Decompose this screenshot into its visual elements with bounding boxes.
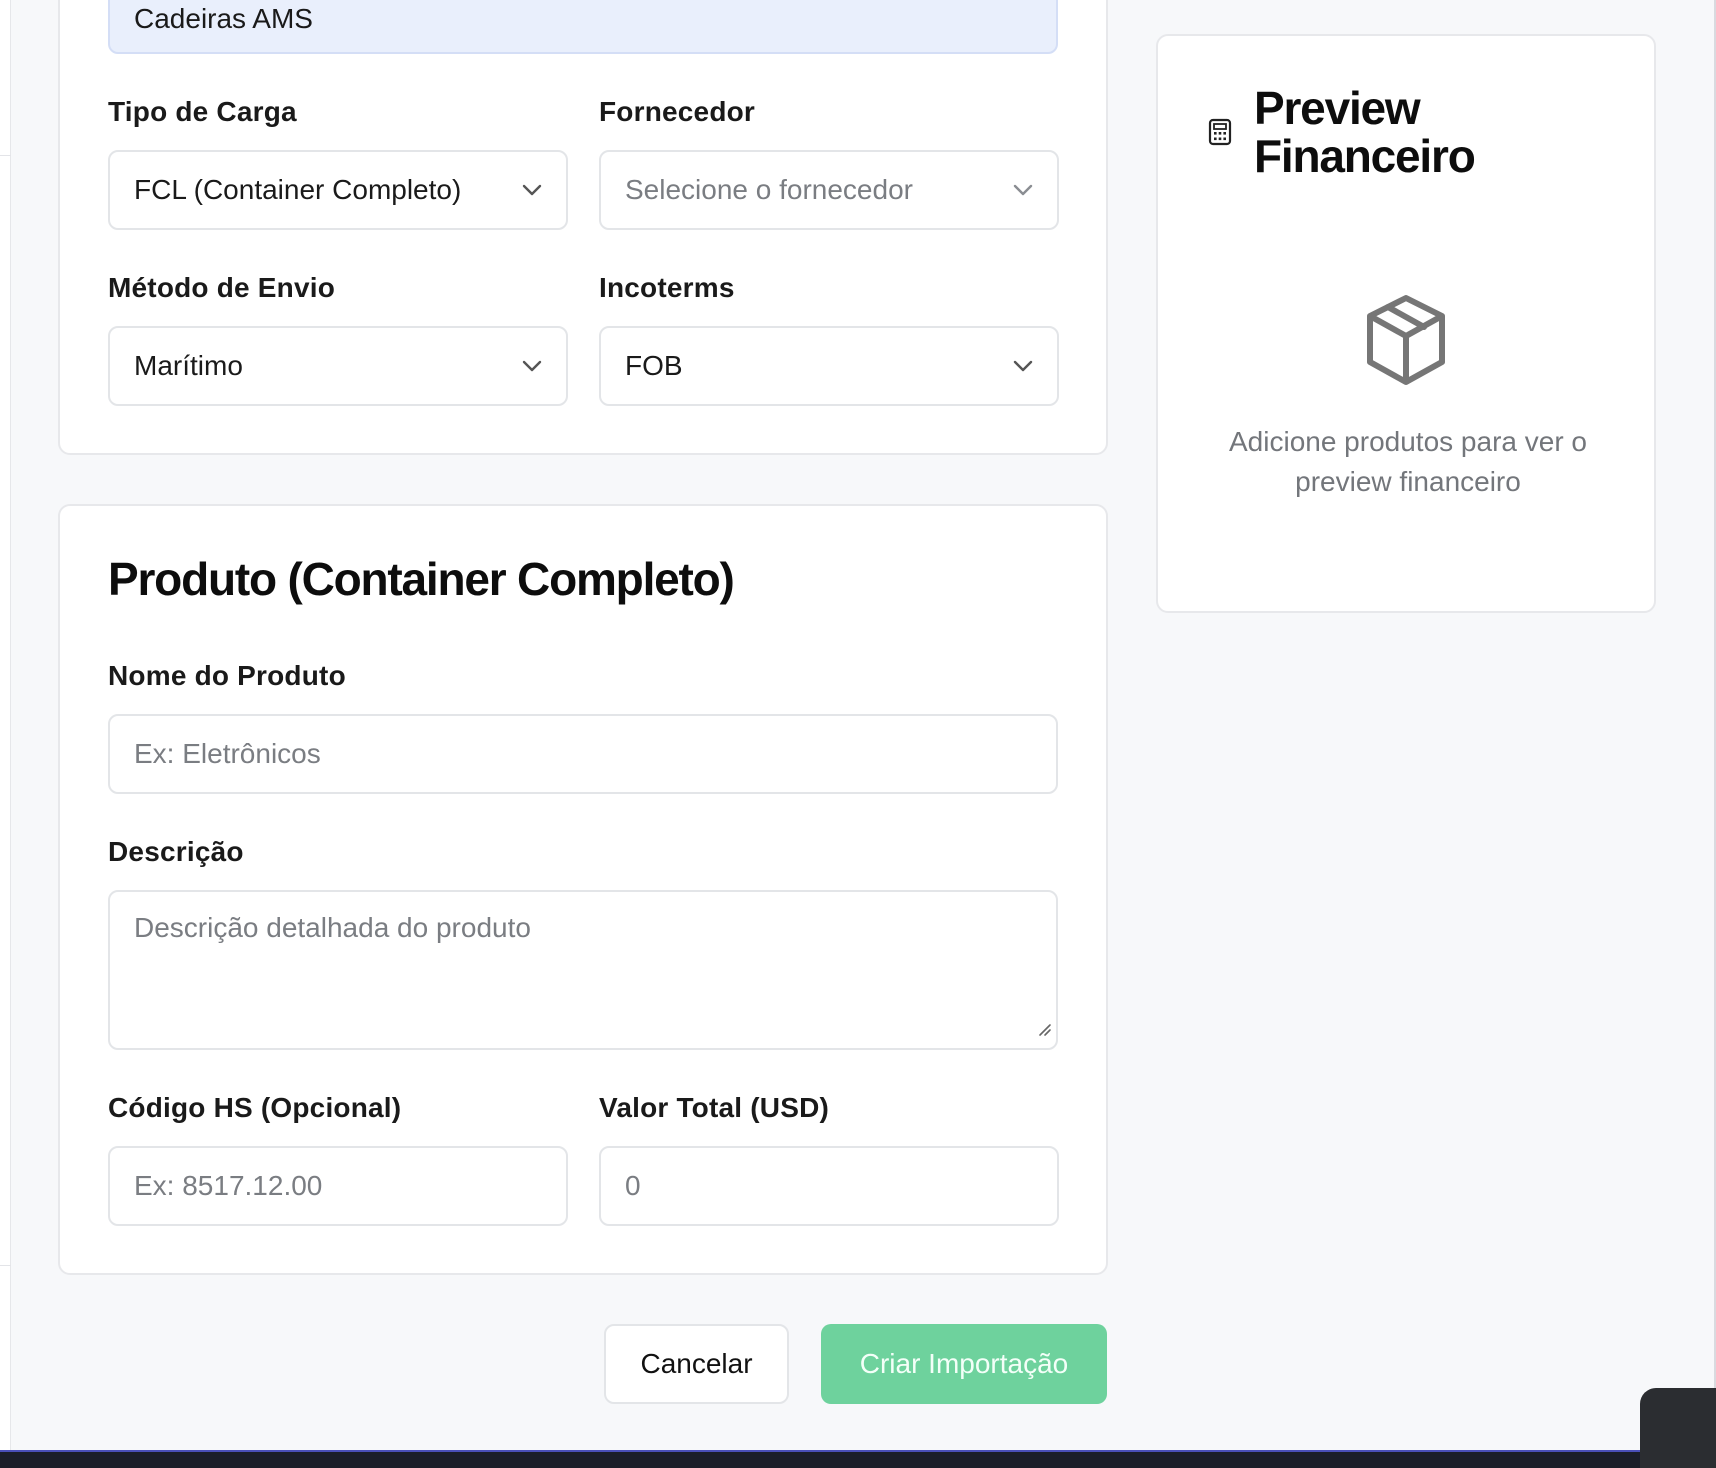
total-value-label: Valor Total (USD) bbox=[599, 1092, 830, 1123]
preview-empty-message: Adicione produtos para ver o preview fin… bbox=[1229, 426, 1587, 497]
total-value-value: 0 bbox=[625, 1170, 641, 1201]
product-name-placeholder: Ex: Eletrônicos bbox=[134, 738, 321, 769]
incoterms-label: Incoterms bbox=[599, 272, 735, 303]
package-icon bbox=[1364, 294, 1448, 391]
hs-code-input[interactable]: Ex: 8517.12.00 bbox=[108, 1146, 568, 1226]
description-label: Descrição bbox=[108, 836, 244, 867]
hs-code-label: Código HS (Opcional) bbox=[108, 1092, 402, 1123]
cargo-type-value: FCL (Container Completo) bbox=[134, 174, 462, 205]
shipment-details-card: Cadeiras AMS Tipo de Carga FCL (Containe… bbox=[58, 0, 1108, 455]
cargo-type-select[interactable]: FCL (Container Completo) bbox=[108, 150, 568, 230]
description-placeholder: Descrição detalhada do produto bbox=[134, 912, 531, 943]
product-section-title: Produto (Container Completo) bbox=[108, 553, 735, 605]
shipping-method-label: Método de Envio bbox=[108, 272, 335, 303]
cancel-button[interactable]: Cancelar bbox=[604, 1324, 789, 1404]
product-card: Produto (Container Completo) Nome do Pro… bbox=[58, 504, 1108, 1275]
import-name-field[interactable]: Cadeiras AMS bbox=[108, 0, 1058, 54]
description-textarea[interactable]: Descrição detalhada do produto bbox=[108, 890, 1058, 1050]
chevron-down-icon bbox=[1013, 356, 1033, 376]
product-name-input[interactable]: Ex: Eletrônicos bbox=[108, 714, 1058, 794]
incoterms-select[interactable]: FOB bbox=[599, 326, 1059, 406]
chevron-down-icon bbox=[1013, 180, 1033, 200]
chevron-down-icon bbox=[522, 356, 542, 376]
resize-handle-icon[interactable] bbox=[1036, 1012, 1052, 1044]
sidebar-divider bbox=[0, 155, 11, 156]
financial-preview-card: Preview Financeiro Adicione produtos par… bbox=[1156, 34, 1656, 613]
supplier-label: Fornecedor bbox=[599, 96, 756, 127]
shipping-method-value: Marítimo bbox=[134, 350, 243, 381]
chevron-down-icon bbox=[522, 180, 542, 200]
import-name-value: Cadeiras AMS bbox=[134, 3, 313, 34]
sidebar-divider bbox=[0, 1265, 11, 1266]
hs-code-placeholder: Ex: 8517.12.00 bbox=[134, 1170, 323, 1201]
sidebar-edge bbox=[0, 0, 11, 1450]
cargo-type-label: Tipo de Carga bbox=[108, 96, 297, 127]
calculator-icon bbox=[1208, 118, 1232, 151]
shipping-method-select[interactable]: Marítimo bbox=[108, 326, 568, 406]
supplier-select[interactable]: Selecione o fornecedor bbox=[599, 150, 1059, 230]
taskbar bbox=[0, 1450, 1716, 1468]
total-value-input[interactable]: 0 bbox=[599, 1146, 1059, 1226]
product-name-label: Nome do Produto bbox=[108, 660, 346, 691]
create-import-button[interactable]: Criar Importação bbox=[821, 1324, 1107, 1404]
supplier-placeholder: Selecione o fornecedor bbox=[625, 174, 913, 205]
incoterms-value: FOB bbox=[625, 350, 683, 381]
chat-widget[interactable] bbox=[1640, 1388, 1716, 1468]
preview-title: Preview Financeiro bbox=[1254, 82, 1476, 182]
